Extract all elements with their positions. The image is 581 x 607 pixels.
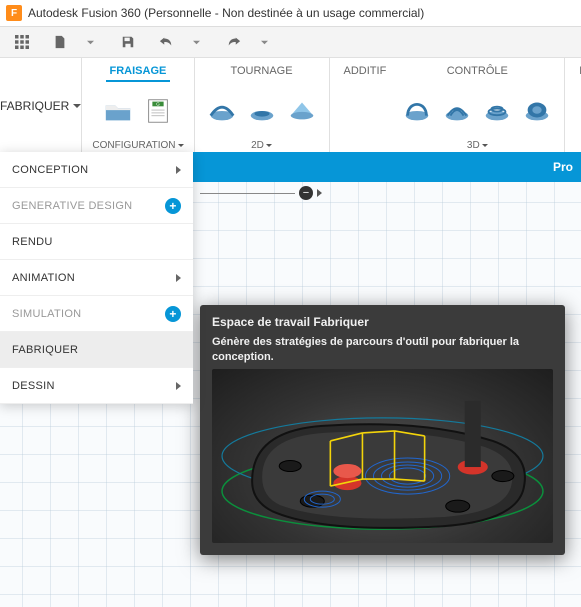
- setup-folder-icon[interactable]: [101, 94, 135, 128]
- menu-item-label: FABRIQUER: [12, 344, 78, 356]
- window-titlebar: F Autodesk Fusion 360 (Personnelle - Non…: [0, 0, 581, 27]
- workspace-switcher[interactable]: FABRIQUER: [0, 58, 82, 153]
- chevron-right-icon: [176, 274, 181, 282]
- ribbon-section-additif: ADDITIF: [330, 58, 391, 153]
- ribbon-section-fabrication: FABRICAT: [565, 58, 581, 153]
- undo-history-caret-icon[interactable]: [184, 30, 208, 54]
- ribbon-sub-label: CONFIGURATION: [92, 140, 175, 151]
- ribbon-sub-configuration[interactable]: CONFIGURATION: [92, 140, 183, 151]
- ribbon-sub-label: 3D: [467, 140, 480, 151]
- ribbon-tab-fabrication[interactable]: FABRICAT: [575, 62, 581, 80]
- workspace-item-rendu[interactable]: RENDU: [0, 224, 193, 260]
- menu-item-label: ANIMATION: [12, 272, 75, 284]
- ribbon-tab-additif[interactable]: ADDITIF: [340, 62, 391, 80]
- 2d-contour-icon[interactable]: [245, 93, 279, 127]
- workspace-item-conception[interactable]: CONCEPTION: [0, 152, 193, 188]
- workspace-item-simulation[interactable]: SIMULATION +: [0, 296, 193, 332]
- ribbon-section-tournage: TOURNAGE 2D: [195, 58, 330, 153]
- workspace-item-dessin[interactable]: DESSIN: [0, 368, 193, 404]
- plus-badge-icon: +: [165, 306, 181, 322]
- workspace-switcher-label: FABRIQUER: [0, 99, 69, 113]
- undo-button[interactable]: [154, 30, 178, 54]
- workspace-item-animation[interactable]: ANIMATION: [0, 260, 193, 296]
- 2d-strategy-icon[interactable]: [205, 93, 239, 127]
- menu-item-label: GENERATIVE DESIGN: [12, 200, 132, 212]
- ribbon-sub-3d[interactable]: 3D: [467, 140, 488, 151]
- workspace-tooltip: Espace de travail Fabriquer Génère des s…: [200, 305, 565, 555]
- canvas-infobar-label: Pro: [553, 160, 573, 174]
- tooltip-illustration: [212, 369, 553, 543]
- timeline-track: [200, 193, 295, 194]
- 3d-spiral-icon[interactable]: [480, 93, 514, 127]
- menu-item-label: DESSIN: [12, 380, 55, 392]
- minus-icon: −: [303, 188, 309, 199]
- file-menu-button[interactable]: [48, 30, 72, 54]
- chevron-right-icon[interactable]: [317, 189, 322, 197]
- chevron-right-icon: [176, 166, 181, 174]
- timeline-collapse-button[interactable]: −: [299, 186, 313, 200]
- quick-access-toolbar: [0, 27, 581, 58]
- 3d-radial-icon[interactable]: [520, 93, 554, 127]
- fusion-logo-icon: F: [6, 5, 22, 21]
- chevron-down-icon: [178, 144, 184, 147]
- timeline-widget: −: [200, 186, 322, 200]
- data-panel-button[interactable]: [10, 30, 34, 54]
- ribbon-tab-tournage[interactable]: TOURNAGE: [226, 62, 296, 80]
- window-title: Autodesk Fusion 360 (Personnelle - Non d…: [28, 6, 424, 20]
- chevron-down-icon: [73, 104, 81, 108]
- chevron-right-icon: [176, 382, 181, 390]
- menu-item-label: RENDU: [12, 236, 53, 248]
- redo-history-caret-icon[interactable]: [252, 30, 276, 54]
- ribbon-section-fraisage: FRAISAGE G CONFIGURATION: [82, 58, 194, 153]
- ribbon-sub-2d[interactable]: 2D: [251, 140, 272, 151]
- menu-item-label: SIMULATION: [12, 308, 81, 320]
- chevron-down-icon: [266, 144, 272, 147]
- tooltip-body: Génère des stratégies de parcours d'outi…: [212, 335, 553, 365]
- chevron-down-icon: [482, 144, 488, 147]
- file-menu-caret-icon[interactable]: [78, 30, 102, 54]
- setup-sheet-icon[interactable]: G: [141, 94, 175, 128]
- 3d-strategy-icon[interactable]: [400, 93, 434, 127]
- 3d-parallel-icon[interactable]: [440, 93, 474, 127]
- tooltip-title: Espace de travail Fabriquer: [212, 315, 553, 329]
- 2d-face-icon[interactable]: [285, 93, 319, 127]
- ribbon-sub-label: 2D: [251, 140, 264, 151]
- workspace-item-generative[interactable]: GENERATIVE DESIGN +: [0, 188, 193, 224]
- svg-text:G: G: [156, 101, 160, 106]
- workspace-menu: CONCEPTION GENERATIVE DESIGN + RENDU ANI…: [0, 152, 193, 404]
- redo-button[interactable]: [222, 30, 246, 54]
- ribbon-section-controle: CONTRÔLE 3D: [390, 58, 565, 153]
- ribbon-tab-controle[interactable]: CONTRÔLE: [443, 62, 512, 80]
- plus-badge-icon: +: [165, 198, 181, 214]
- save-button[interactable]: [116, 30, 140, 54]
- menu-item-label: CONCEPTION: [12, 164, 88, 176]
- ribbon-toolbar: FABRIQUER FRAISAGE G CONFIGURATION TOURN…: [0, 58, 581, 154]
- workspace-item-fabriquer[interactable]: FABRIQUER: [0, 332, 193, 368]
- ribbon-tab-fraisage[interactable]: FRAISAGE: [106, 62, 171, 82]
